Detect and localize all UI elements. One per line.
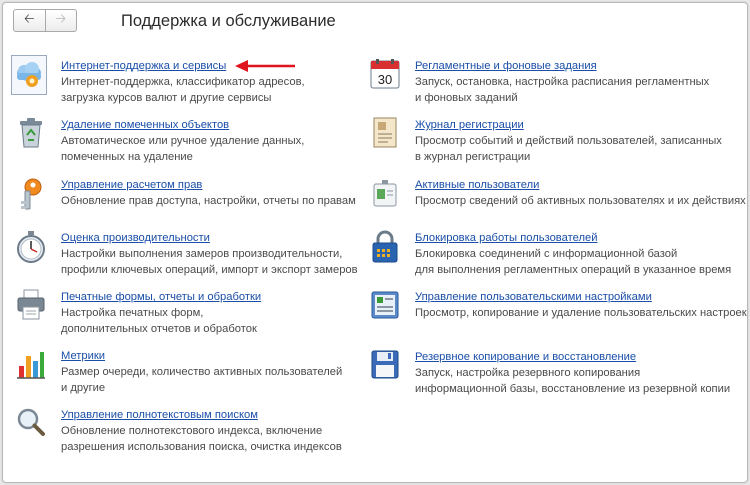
item-event-log: Журнал регистрации Просмотр событий и де… — [369, 117, 722, 165]
link-performance[interactable]: Оценка производительности — [61, 230, 358, 246]
link-event-log[interactable]: Журнал регистрации — [415, 117, 722, 133]
desc-line: профили ключевых операций, импорт и эксп… — [61, 264, 358, 276]
desc-line: Запуск, настройка резервного копирования — [415, 367, 641, 379]
arrow-right-icon: 🡢 — [55, 10, 67, 26]
desc-line: и другие — [61, 382, 106, 394]
key-icon — [21, 178, 42, 210]
floppy-disk-icon — [371, 350, 399, 379]
link-fulltext-search[interactable]: Управление полнотекстовым поиском — [61, 407, 342, 423]
link-scheduled-tasks[interactable]: Регламентные и фоновые задания — [415, 58, 709, 74]
desc-line: Блокировка соединений с информационной б… — [415, 248, 678, 260]
red-arrow-icon — [235, 60, 295, 72]
link-print-forms[interactable]: Печатные формы, отчеты и обработки — [61, 289, 261, 305]
link-backup[interactable]: Резервное копирование и восстановление — [415, 349, 730, 365]
desc-line: Автоматическое или ручное удаление данны… — [61, 135, 305, 147]
item-backup: Резервное копирование и восстановление З… — [369, 349, 730, 397]
link-user-settings[interactable]: Управление пользовательскими настройками — [415, 289, 747, 305]
item-scheduled-tasks: 30 Регламентные и фоновые задания Запуск… — [369, 58, 709, 106]
item-delete-marked: Удаление помеченных объектов Автоматичес… — [15, 117, 304, 165]
desc-line: Запуск, остановка, настройка расписания … — [415, 76, 710, 88]
desc-line: информационной базы, восстановление из р… — [415, 383, 731, 395]
magnifier-icon — [17, 408, 45, 436]
item-user-settings: Управление пользовательскими настройками… — [369, 289, 747, 325]
item-print-forms: Печатные формы, отчеты и обработки Настр… — [15, 289, 261, 337]
link-rights-calculation[interactable]: Управление расчетом прав — [61, 177, 356, 193]
desc-line: Интернет-поддержка, классификатор адресо… — [61, 76, 305, 88]
item-fulltext-search: Управление полнотекстовым поиском Обновл… — [15, 407, 342, 455]
desc-line: загрузка курсов валют и другие сервисы — [61, 92, 272, 104]
printer-icon — [17, 289, 45, 320]
desc-line: Обновление прав доступа, настройки, отче… — [61, 195, 356, 207]
link-active-users[interactable]: Активные пользователи — [415, 177, 746, 193]
back-button[interactable]: 🡠 — [13, 9, 46, 32]
calendar-icon: 30 — [370, 59, 400, 89]
item-active-users: Активные пользователи Просмотр сведений … — [369, 177, 746, 213]
desc-line: и фоновых заданий — [415, 92, 518, 104]
desc-line: дополнительных отчетов и обработок — [61, 323, 257, 335]
bar-chart-icon — [17, 352, 45, 379]
desc-line: помеченных на удаление — [61, 151, 193, 163]
padlock-icon — [372, 230, 398, 263]
stopwatch-icon — [17, 231, 45, 263]
calendar-day-text: 30 — [378, 72, 392, 87]
desc-line: Просмотр, копирование и удаление пользов… — [415, 307, 747, 319]
link-user-lock[interactable]: Блокировка работы пользователей — [415, 230, 731, 246]
nav-buttons: 🡠 🡢 — [13, 9, 77, 32]
desc-line: разрешения использования поиска, очистка… — [61, 441, 342, 453]
user-settings-icon — [371, 291, 399, 319]
desc-line: в журнал регистрации — [415, 151, 531, 163]
forward-button[interactable]: 🡢 — [45, 9, 77, 32]
page-title: Поддержка и обслуживание — [121, 12, 336, 30]
desc-line: Настройки выполнения замеров производите… — [61, 248, 343, 260]
item-performance: Оценка производительности Настройки выпо… — [15, 230, 358, 278]
badge-icon — [373, 180, 397, 207]
cloud-gear-icon — [17, 62, 41, 87]
desc-line: Просмотр сведений об активных пользовате… — [415, 195, 746, 207]
journal-icon — [373, 117, 397, 148]
item-user-lock: Блокировка работы пользователей Блокиров… — [369, 230, 731, 278]
desc-line: Обновление полнотекстового индекса, вклю… — [61, 425, 323, 437]
recycle-bin-icon — [20, 118, 42, 148]
link-metrics[interactable]: Метрики — [61, 348, 342, 364]
arrow-left-icon: 🡠 — [23, 10, 35, 26]
desc-line: для выполнения регламентных операций в у… — [415, 264, 732, 276]
item-rights-calculation: Управление расчетом прав Обновление прав… — [15, 177, 356, 213]
desc-line: Размер очереди, количество активных поль… — [61, 366, 343, 378]
desc-line: Настройка печатных форм, — [61, 307, 204, 319]
desc-line: Просмотр событий и действий пользователе… — [415, 135, 722, 147]
item-metrics: Метрики Размер очереди, количество актив… — [15, 348, 342, 396]
link-delete-marked[interactable]: Удаление помеченных объектов — [61, 117, 304, 133]
window-frame: 🡠 🡢 Поддержка и обслуживание Интернет-по… — [2, 2, 748, 483]
